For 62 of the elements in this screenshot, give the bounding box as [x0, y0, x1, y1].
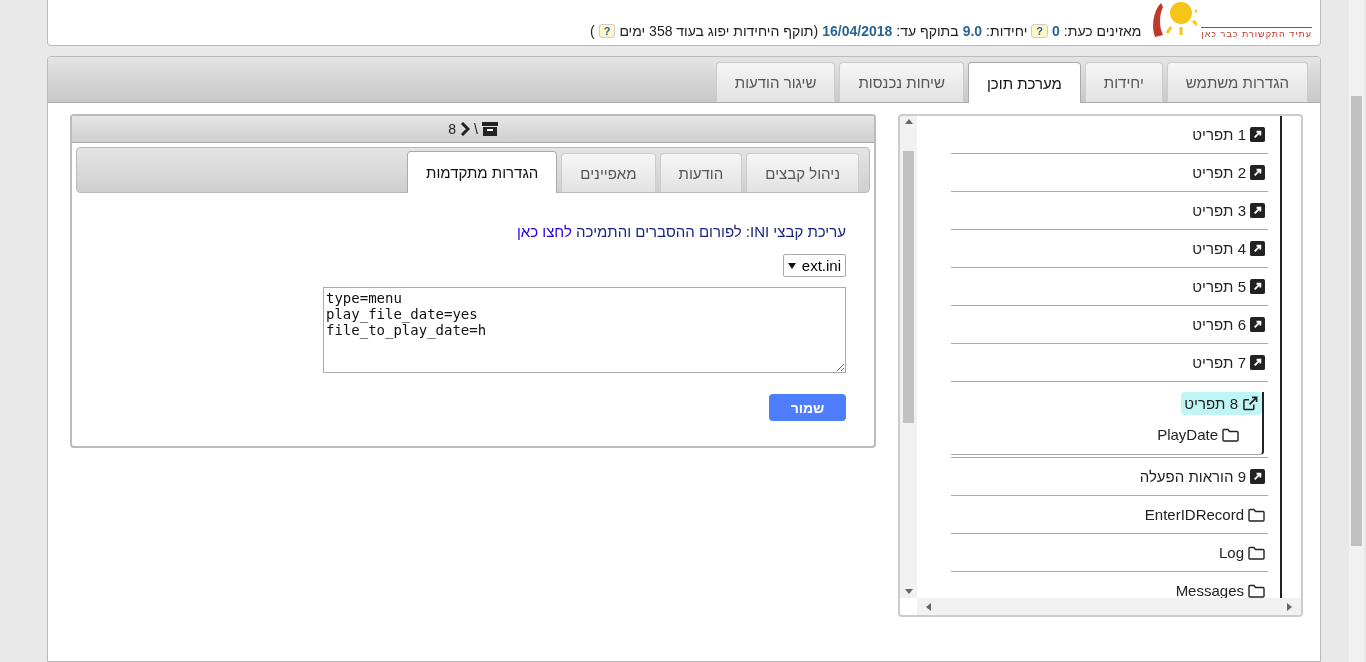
- main-tab[interactable]: מערכת תוכן: [967, 62, 1081, 103]
- tree-item[interactable]: 6 תפריט: [1189, 313, 1268, 336]
- units-value: 9.0: [962, 23, 983, 39]
- listeners-label: מאזינים כעת:: [1063, 23, 1142, 39]
- tree-item[interactable]: Log: [1215, 541, 1268, 564]
- save-button[interactable]: שמור: [769, 394, 846, 421]
- sub-tab[interactable]: ניהול קבצים: [746, 153, 859, 192]
- tree-item[interactable]: 1 תפריט: [1189, 123, 1268, 146]
- tree-item[interactable]: PlayDate: [1154, 423, 1242, 446]
- scroll-arrow-icon[interactable]: [925, 602, 933, 611]
- chevron-icon: [459, 122, 470, 136]
- file-content-editor[interactable]: type=menu play_file_date=yes file_to_play_date=h: [323, 287, 846, 373]
- vertical-scrollbar[interactable]: [900, 116, 917, 598]
- main-tab[interactable]: יחידות: [1084, 62, 1163, 102]
- arrow-square-icon: [1250, 469, 1265, 484]
- scroll-arrow-icon[interactable]: [904, 588, 913, 596]
- intro-text: עריכת קבצי INI: לפורום ההסברים והתמיכה לחצו כאן: [516, 223, 846, 240]
- page-scrollbar[interactable]: [1349, 0, 1364, 662]
- arrow-square-icon: [1250, 279, 1265, 294]
- help-button[interactable]: ?: [1031, 24, 1048, 38]
- main-tab[interactable]: הגדרות משתמש: [1166, 62, 1308, 102]
- tree-item[interactable]: EnterIDRecord: [1141, 503, 1268, 526]
- archive-icon[interactable]: [481, 122, 498, 136]
- tree-item[interactable]: 8 תפריט: [1181, 392, 1262, 415]
- tree-item[interactable]: 2 תפריט: [1189, 161, 1268, 184]
- arrow-square-icon: [1250, 317, 1265, 332]
- file-select[interactable]: ext.ini: [782, 254, 846, 277]
- main-tab[interactable]: שיחות נכנסות: [839, 62, 964, 102]
- units-label: יחידות:: [986, 23, 1028, 39]
- folder-icon: [1248, 507, 1265, 522]
- scroll-arrow-icon[interactable]: [1285, 602, 1293, 611]
- tree-item[interactable]: 3 תפריט: [1189, 199, 1268, 222]
- tree-item[interactable]: 7 תפריט: [1189, 351, 1268, 374]
- folder-icon: [1248, 545, 1265, 560]
- horizontal-scrollbar[interactable]: [917, 598, 1301, 615]
- tree-item[interactable]: 5 תפריט: [1189, 275, 1268, 298]
- expiry-note: (תוקף היחידות יפוג בעוד 358 ימים: [619, 23, 819, 39]
- breadcrumb-current: 8: [448, 121, 456, 137]
- folder-icon: [1222, 427, 1239, 442]
- arrow-square-icon: [1250, 355, 1265, 370]
- main-tab[interactable]: שיגור הודעות: [715, 62, 836, 102]
- listeners-value: 0: [1052, 23, 1060, 39]
- arrow-square-icon: [1250, 165, 1265, 180]
- sub-tab[interactable]: הגדרות מתקדמות: [407, 151, 558, 193]
- arrow-square-icon: [1250, 241, 1265, 256]
- arrow-square-icon: [1250, 127, 1265, 142]
- sub-tab[interactable]: מאפיינים: [561, 153, 656, 192]
- caret-icon: [787, 262, 796, 269]
- tree-item[interactable]: 9 הוראות הפעלה: [1136, 465, 1268, 488]
- logo-tagline: עתיד התקשורת כבר כאן: [1201, 27, 1312, 39]
- tree-item[interactable]: 4 תפריט: [1189, 237, 1268, 260]
- breadcrumb-separator: \: [473, 121, 478, 137]
- closing-parenthesis: ): [589, 23, 595, 39]
- click-here-link[interactable]: לחצו כאן: [516, 223, 572, 240]
- scroll-arrow-icon[interactable]: [904, 118, 913, 126]
- sub-tab[interactable]: הודעות: [659, 153, 743, 192]
- folder-icon: [1248, 583, 1265, 598]
- help-button[interactable]: ?: [598, 24, 616, 38]
- valid-label: בתוקף עד:: [896, 23, 959, 39]
- valid-until-date: 16/04/2018: [822, 23, 893, 39]
- arrow-square-icon: [1250, 203, 1265, 218]
- external-link-icon: [1242, 396, 1259, 411]
